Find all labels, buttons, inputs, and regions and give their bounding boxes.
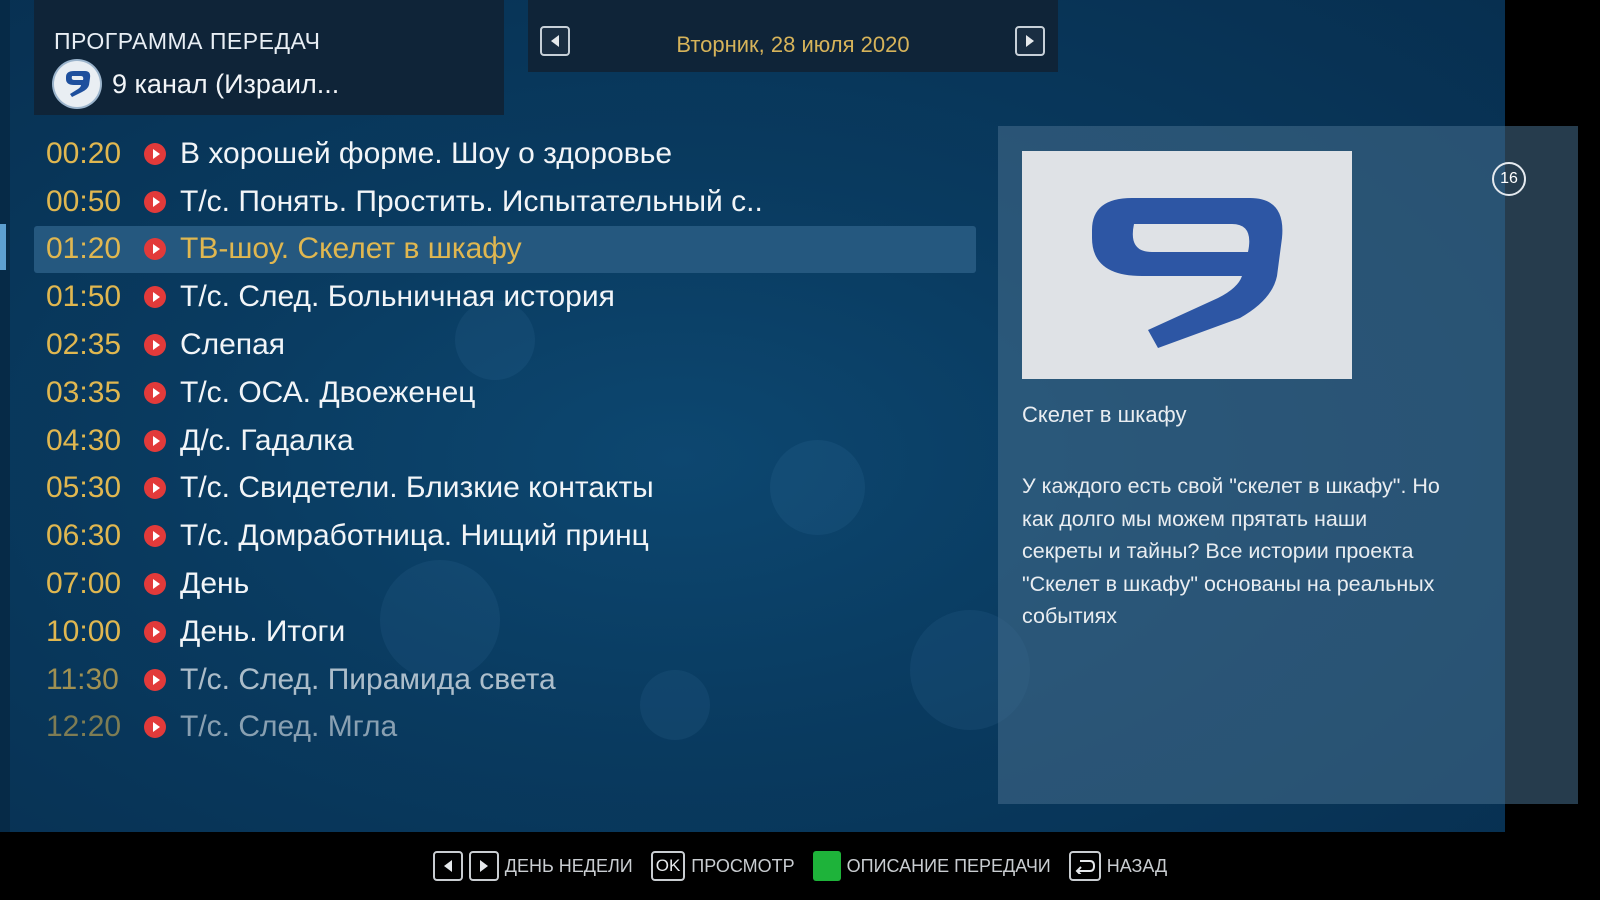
play-icon <box>144 573 166 596</box>
program-title: Т/с. След. Больничная история <box>180 280 615 314</box>
program-title: Т/с. Свидетели. Близкие контакты <box>180 471 654 505</box>
program-row[interactable]: 07:00 День <box>34 560 976 608</box>
program-time: 11:30 <box>46 662 119 696</box>
program-time: 04:30 <box>46 423 122 457</box>
program-time: 07:00 <box>46 567 122 601</box>
program-time: 12:20 <box>46 710 122 744</box>
description-hint[interactable]: ОПИСАНИЕ ПЕРЕДАЧИ <box>812 851 1051 881</box>
program-time: 06:30 <box>46 519 122 553</box>
program-row-selected[interactable]: 01:20 ТВ-шоу. Скелет в шкафу <box>34 225 976 274</box>
program-detail-title: Скелет в шкафу <box>1022 402 1187 427</box>
program-time: 03:35 <box>46 375 122 409</box>
program-row[interactable]: 11:30 Т/с. След. Пирамида света <box>34 656 976 704</box>
back-key-icon <box>1068 851 1101 881</box>
play-icon <box>144 381 166 404</box>
program-time: 00:50 <box>46 184 122 218</box>
channel-name: 9 канал (Израил... <box>112 68 340 99</box>
program-row[interactable]: 06:30 Т/с. Домработница. Нищий принц <box>34 512 976 560</box>
day-of-week-label: ДЕНЬ НЕДЕЛИ <box>504 855 633 876</box>
epg-header: ПРОГРАММА ПЕРЕДАЧ 9 канал (Израил... <box>34 0 504 115</box>
left-key-icon <box>432 851 463 881</box>
view-hint[interactable]: OK ПРОСМОТР <box>650 851 795 881</box>
triangle-left-icon <box>551 35 559 47</box>
play-icon <box>144 716 166 739</box>
program-title: Д/с. Гадалка <box>180 423 354 457</box>
program-title: День. Итоги <box>180 614 346 648</box>
program-row[interactable]: 12:20 Т/с. След. Мгла <box>34 704 976 752</box>
date-navigator: Вторник, 28 июля 2020 <box>528 0 1058 72</box>
program-title: В хорошей форме. Шоу о здоровье <box>180 136 673 170</box>
program-time: 02:35 <box>46 328 122 362</box>
play-icon <box>144 238 166 261</box>
play-icon <box>144 668 166 691</box>
program-title: Т/с. След. Мгла <box>180 710 398 744</box>
page-title: ПРОГРАММА ПЕРЕДАЧ <box>54 28 321 54</box>
back-label: НАЗАД <box>1106 855 1168 876</box>
program-details-panel: 16 Скелет в шкафу У каждого есть свой "с… <box>998 126 1578 804</box>
program-title: Слепая <box>180 328 286 362</box>
play-icon <box>144 334 166 357</box>
program-list: 00:20 В хорошей форме. Шоу о здоровье 00… <box>34 130 976 751</box>
program-row[interactable]: 01:50 Т/с. След. Больничная история <box>34 273 976 321</box>
next-day-button[interactable] <box>1015 26 1045 56</box>
program-description: У каждого есть свой "скелет в шкафу". Но… <box>1022 474 1440 628</box>
channel-9-logo-icon <box>1092 198 1283 348</box>
green-key-icon <box>812 851 841 881</box>
back-hint[interactable]: НАЗАД <box>1068 851 1168 881</box>
program-title: Т/с. ОСА. Двоеженец <box>180 375 476 409</box>
program-title: День <box>180 567 250 601</box>
ok-key-icon: OK <box>650 851 686 881</box>
program-row[interactable]: 00:20 В хорошей форме. Шоу о здоровье <box>34 130 976 178</box>
program-row[interactable]: 05:30 Т/с. Свидетели. Близкие контакты <box>34 465 976 513</box>
program-title: Т/с. Домработница. Нищий принц <box>180 519 649 553</box>
left-edge-bar <box>0 0 10 832</box>
right-key-icon <box>468 851 499 881</box>
footer-hints: ДЕНЬ НЕДЕЛИ OK ПРОСМОТР ОПИСАНИЕ ПЕРЕДАЧ… <box>0 832 1600 900</box>
play-icon <box>144 429 166 452</box>
age-rating-badge: 16 <box>1492 162 1526 196</box>
prev-day-button[interactable] <box>540 26 570 56</box>
view-label: ПРОСМОТР <box>691 855 795 876</box>
program-time: 10:00 <box>46 614 122 648</box>
selection-marker <box>0 224 6 270</box>
day-of-week-hint[interactable]: ДЕНЬ НЕДЕЛИ <box>432 851 633 881</box>
program-row[interactable]: 02:35 Слепая <box>34 321 976 369</box>
program-image <box>1022 151 1352 379</box>
program-title: Т/с. След. Пирамида света <box>180 662 556 696</box>
program-title: Т/с. Понять. Простить. Испытательный с.. <box>180 184 763 218</box>
channel-logo-icon <box>54 61 100 107</box>
program-time: 00:20 <box>46 136 122 170</box>
current-date: Вторник, 28 июля 2020 <box>676 32 910 57</box>
program-row[interactable]: 00:50 Т/с. Понять. Простить. Испытательн… <box>34 178 976 226</box>
play-icon <box>144 142 166 165</box>
program-time: 05:30 <box>46 471 122 505</box>
play-icon <box>144 190 166 213</box>
program-row[interactable]: 10:00 День. Итоги <box>34 608 976 656</box>
play-icon <box>144 620 166 643</box>
program-title: ТВ-шоу. Скелет в шкафу <box>180 232 522 266</box>
description-label: ОПИСАНИЕ ПЕРЕДАЧИ <box>846 855 1051 876</box>
program-row[interactable]: 04:30 Д/с. Гадалка <box>34 417 976 465</box>
program-row[interactable]: 03:35 Т/с. ОСА. Двоеженец <box>34 369 976 417</box>
triangle-right-icon <box>1026 35 1034 47</box>
channel-info: 9 канал (Израил... <box>54 60 339 108</box>
play-icon <box>144 477 166 500</box>
program-time: 01:50 <box>46 280 122 314</box>
play-icon <box>144 525 166 548</box>
program-time: 01:20 <box>46 232 122 266</box>
play-icon <box>144 286 166 309</box>
